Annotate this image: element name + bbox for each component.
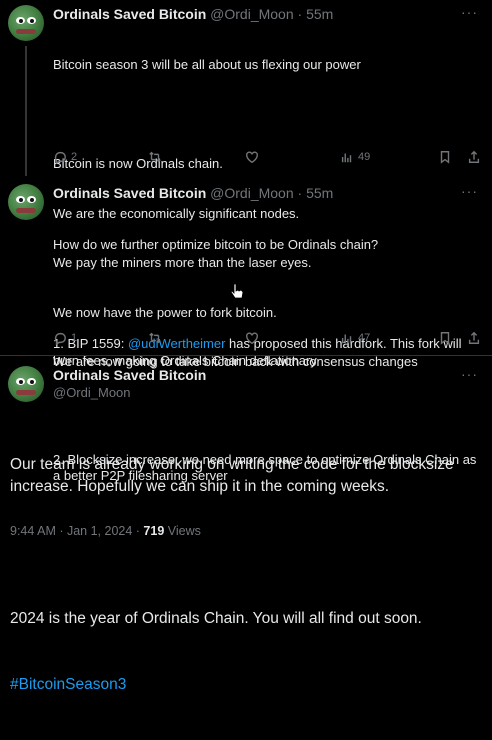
views-icon [341,334,352,344]
author-name[interactable]: Ordinals Saved Bitcoin @Ordi_Moon · 55m [53,185,333,201]
avatar[interactable] [8,5,44,41]
like-icon [246,332,258,345]
share-button[interactable] [467,331,481,345]
retweet-icon [149,151,161,163]
author-handle[interactable]: @Ordi_Moon · 55m [210,6,333,22]
more-icon[interactable]: ··· [461,183,478,199]
views-button[interactable]: 47 [340,331,370,345]
action-bar: 2 49 [53,150,483,166]
retweet-button[interactable] [148,150,162,164]
reply-icon [54,151,66,164]
views-icon [341,153,352,163]
thread-line [25,46,27,176]
bookmark-icon [440,151,450,164]
like-icon [246,151,258,164]
divider [0,355,492,356]
share-button[interactable] [467,150,481,164]
views-count: 719 [143,524,165,538]
author-handle[interactable]: @Ordi_Moon [53,385,131,400]
reply-button[interactable]: 2 [53,150,77,164]
timestamp[interactable]: 9:44 AM · Jan 1, 2024 · [10,524,143,538]
tweet-meta: 9:44 AM · Jan 1, 2024 · 719 Views [10,524,201,538]
author-name[interactable]: Ordinals Saved Bitcoin @Ordi_Moon · 55m [53,6,333,22]
bookmark-icon [440,332,450,345]
retweet-button[interactable] [148,331,162,345]
views-label: Views [164,524,201,538]
avatar[interactable] [8,366,44,402]
tweet-text: Our team is already working on writing t… [10,410,480,740]
like-button[interactable] [245,331,259,345]
more-icon[interactable]: ··· [461,366,478,382]
avatar[interactable] [8,184,44,220]
reply-icon [54,332,66,345]
share-icon [468,331,480,344]
action-bar: 1 47 [53,331,483,347]
more-icon[interactable]: ··· [461,4,478,20]
cursor-hand-icon [230,283,244,299]
reply-button[interactable]: 1 [53,331,77,345]
views-button[interactable]: 49 [340,150,370,164]
author-handle[interactable]: @Ordi_Moon · 55m [210,185,333,201]
share-icon [468,150,480,163]
like-button[interactable] [245,150,259,164]
bookmark-button[interactable] [438,331,452,345]
bookmark-button[interactable] [438,150,452,164]
hashtag-link[interactable]: #BitcoinSeason3 [10,674,480,696]
author-name[interactable]: Ordinals Saved Bitcoin [53,367,206,383]
retweet-icon [149,332,161,344]
